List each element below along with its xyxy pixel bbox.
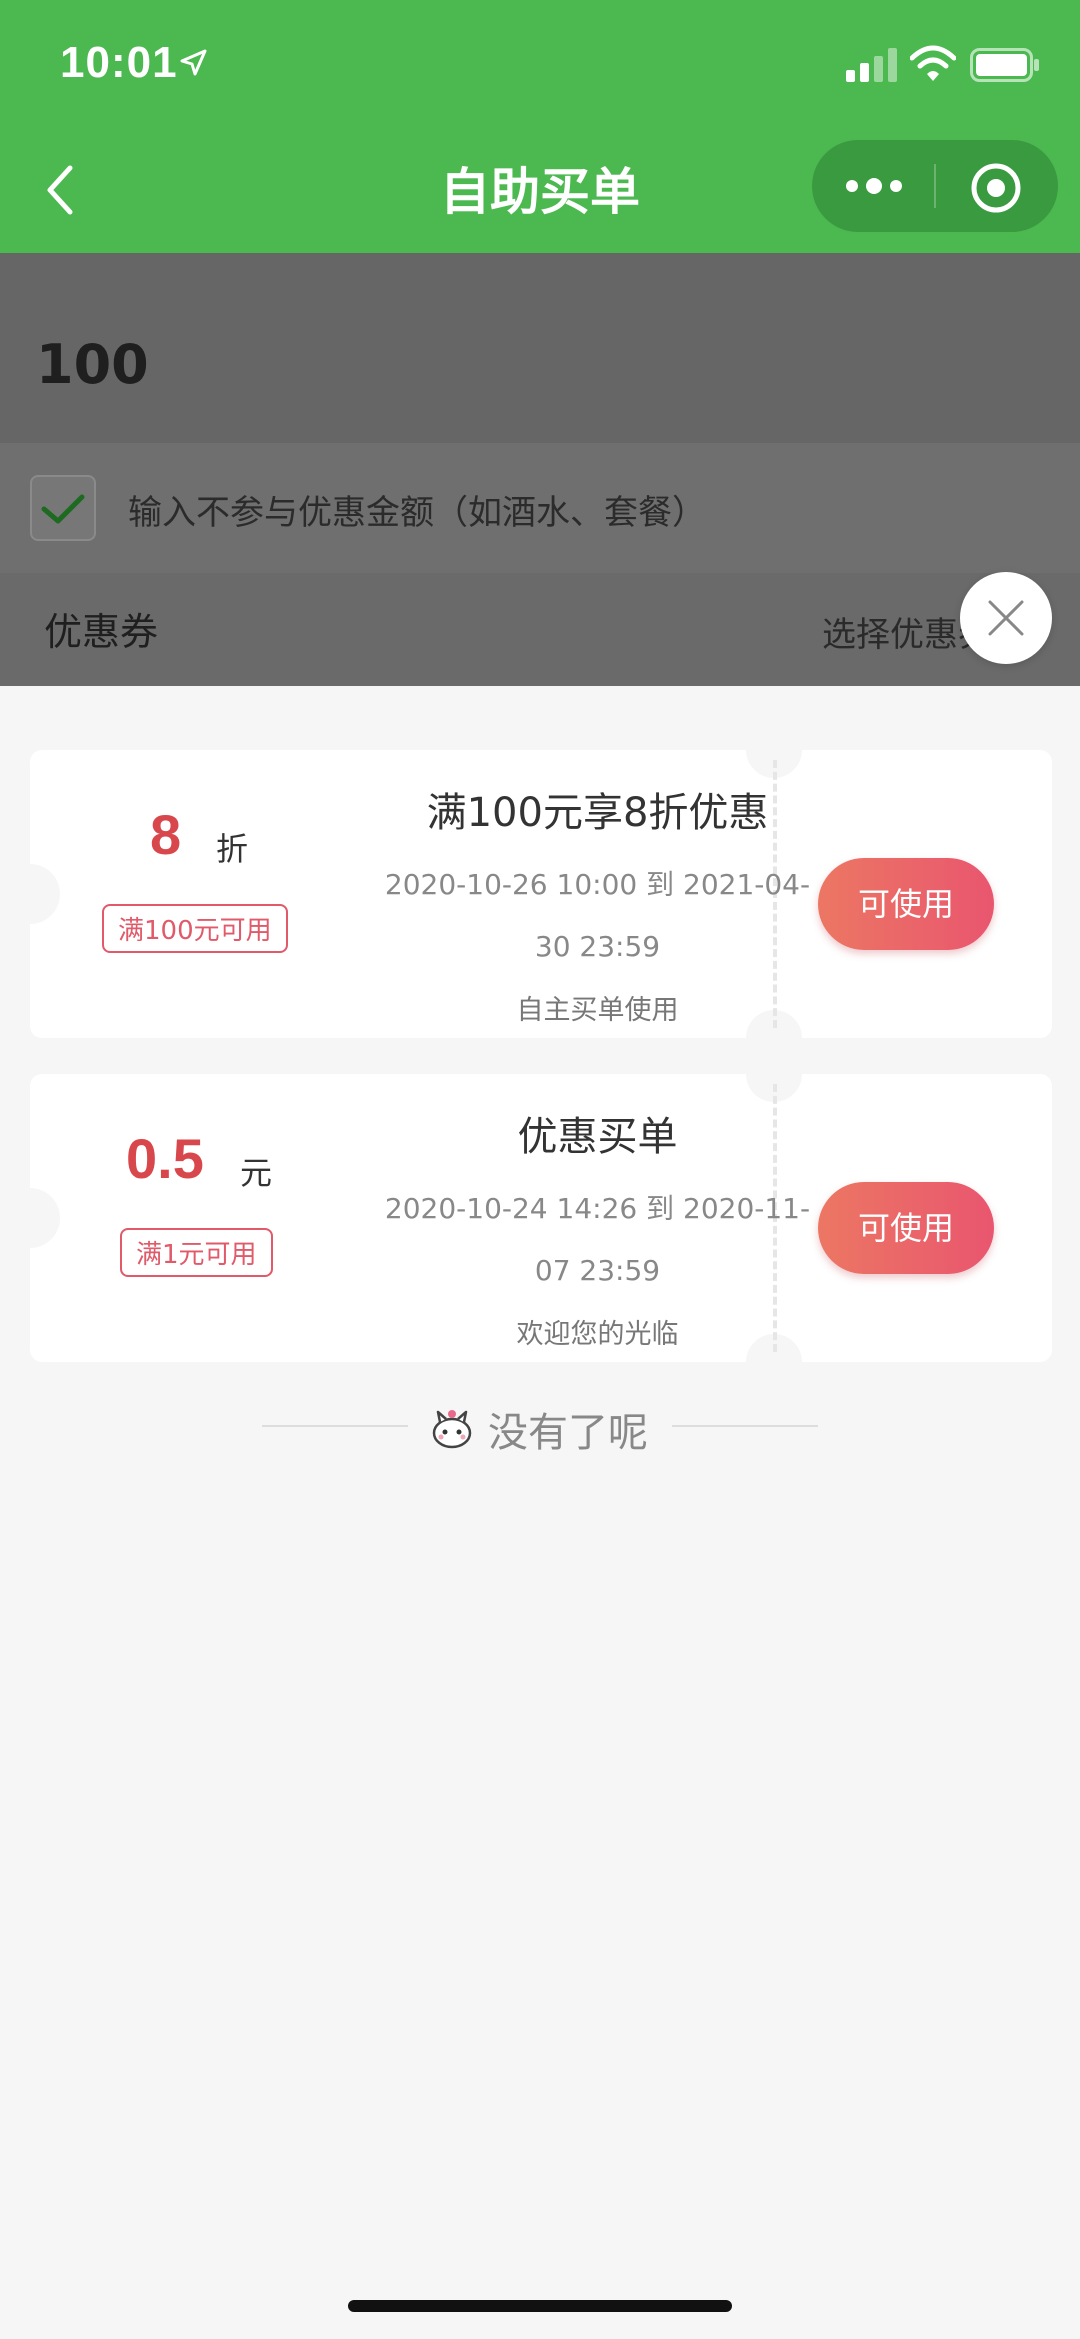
list-end-text: 没有了呢 [488,1410,648,1456]
use-coupon-button[interactable]: 可使用 [818,858,994,950]
coupon-period: 2020-10-24 14:26 到 2020-11- 07 23:59 [360,1178,835,1302]
coupon-description: 欢迎您的光临 [516,1319,679,1350]
status-time: 10:01 [60,38,178,87]
coupon-card: 0.5 元 满1元可用 优惠买单 2020-10-24 14:26 到 2020… [0,1046,1052,1390]
mini-program-capsule [812,140,1058,232]
amount-input[interactable]: 100 [36,333,149,396]
close-icon [988,600,1024,636]
exclude-amount-label: 输入不参与优惠金额（如酒水、套餐） [128,493,706,533]
battery-icon [970,48,1039,82]
close-miniprogram-icon[interactable] [968,160,1024,216]
nav-bar: 自助买单 [0,130,1080,253]
use-coupon-button[interactable]: 可使用 [818,1182,994,1274]
coupon-unit: 元 [240,1154,273,1192]
coupon-name: 优惠买单 [517,1114,678,1160]
more-icon[interactable] [842,166,906,206]
coupon-condition: 满1元可用 [120,1228,273,1277]
signal-icon [846,48,897,82]
coupon-sheet: 8 折 满100元可用 满100元享8折优惠 2020-10-26 10:00 … [0,686,1080,2339]
amount-row: 100 [0,253,1080,443]
cute-face-icon [432,1410,472,1449]
coupon-name: 满100元享8折优惠 [426,790,769,836]
home-indicator [348,2300,732,2312]
location-arrow-icon [180,49,207,76]
ticket-notch [0,864,60,924]
divider-line [262,1425,408,1427]
coupon-period-line2: 30 23:59 [534,930,661,963]
coupon-value: 0.5 [126,1127,204,1190]
coupon-row[interactable]: 优惠券 选择优惠券 [0,573,1080,686]
coupon-period-line2: 07 23:59 [534,1254,661,1287]
close-sheet-button[interactable] [960,572,1052,664]
top-bar: 10:01 自助买单 [0,0,1080,253]
capsule-divider [934,164,936,208]
coupon-condition: 满100元可用 [102,904,288,953]
divider-line [672,1425,818,1427]
coupon-label: 优惠券 [44,610,159,654]
ticket-notch [0,1188,60,1248]
coupon-period-line1: 2020-10-26 10:00 到 2021-04- [384,868,811,901]
coupon-description: 自主买单使用 [516,995,679,1026]
coupon-unit: 折 [216,830,249,868]
status-bar: 10:01 [0,0,1080,130]
coupon-period: 2020-10-26 10:00 到 2021-04- 30 23:59 [360,854,835,978]
wifi-icon [910,45,956,81]
check-icon [41,494,85,524]
coupon-value: 8 [150,803,182,866]
coupon-period-line1: 2020-10-24 14:26 到 2020-11- [384,1192,811,1225]
coupon-card: 8 折 满100元可用 满100元享8折优惠 2020-10-26 10:00 … [0,722,1052,1066]
exclude-amount-checkbox[interactable] [30,475,96,541]
list-end-indicator: 没有了呢 [262,1406,818,1456]
exclude-amount-row: 输入不参与优惠金额（如酒水、套餐） [0,443,1080,573]
dimmed-page: 100 输入不参与优惠金额（如酒水、套餐） 优惠券 选择优惠券 [0,253,1080,686]
